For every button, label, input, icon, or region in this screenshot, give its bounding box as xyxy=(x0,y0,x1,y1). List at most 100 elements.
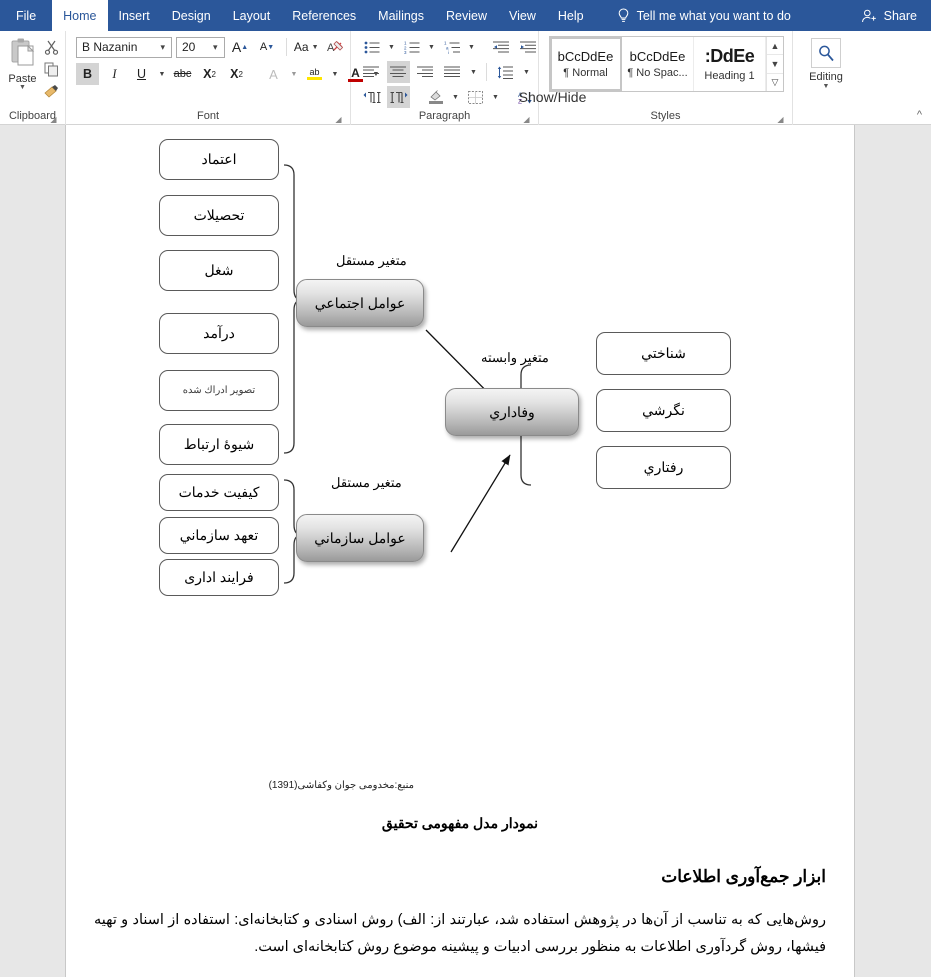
underline-dropdown-arrow[interactable]: ▼ xyxy=(157,63,167,85)
document-canvas[interactable]: اعتماد تحصیلات شغل درآمد تصویر ادراك شده… xyxy=(0,125,931,977)
align-center-button[interactable] xyxy=(387,61,410,83)
diagram-box-negareshi[interactable]: نگرشي xyxy=(596,389,731,432)
style-heading-1[interactable]: :DdEe Heading 1 xyxy=(694,37,766,91)
align-right-button[interactable] xyxy=(414,61,437,83)
ribbon-group-editing: Editing ▼ xyxy=(793,31,859,125)
collapse-ribbon-button[interactable]: ^ xyxy=(917,109,922,121)
font-size-combo[interactable]: 20 ▾ xyxy=(175,36,225,58)
ribbon-group-font: B Nazanin ▾ 20 ▾ A ▲ A ▼ Aa ▼ A B I U ▼ … xyxy=(66,31,379,125)
paste-button[interactable]: Paste ▼ xyxy=(4,36,41,91)
shading-button[interactable] xyxy=(424,86,447,108)
style-no-spacing[interactable]: bCcDdEe ¶ No Spac... xyxy=(622,37,694,91)
diagram-box-tasvir-edrak-shode[interactable]: تصویر ادراك شده xyxy=(159,370,279,411)
ltr-text-direction-button[interactable] xyxy=(360,86,383,108)
editing-dropdown-arrow[interactable]: ▼ xyxy=(823,83,830,90)
tab-review[interactable]: Review xyxy=(435,0,498,31)
cut-button[interactable] xyxy=(41,38,61,57)
numbering-dropdown-arrow[interactable]: ▼ xyxy=(427,36,436,58)
diagram-box-tahod-sazmani[interactable]: تعهد سازماني xyxy=(159,517,279,554)
text-effects-button[interactable]: A xyxy=(262,63,285,85)
bold-button[interactable]: B xyxy=(76,63,99,85)
diagram-box-shenakhti[interactable]: شناختي xyxy=(596,332,731,375)
underline-button[interactable]: U xyxy=(130,63,153,85)
font-name-combo[interactable]: B Nazanin ▾ xyxy=(76,36,172,58)
tell-me-search[interactable]: Tell me what you want to do xyxy=(595,0,801,31)
bullets-dropdown-arrow[interactable]: ▼ xyxy=(387,36,396,58)
diagram-box-daramad[interactable]: درآمد xyxy=(159,313,279,354)
bullets-button[interactable] xyxy=(360,36,383,58)
diagram-node-social-factors[interactable]: عوامل اجتماعي xyxy=(296,279,424,327)
rtl-text-direction-button[interactable] xyxy=(387,86,410,108)
tab-home[interactable]: Home xyxy=(52,0,108,31)
styles-scroll-down-button[interactable]: ▼ xyxy=(767,55,783,74)
justify-dropdown-arrow[interactable]: ▼ xyxy=(468,61,479,83)
section-heading: ابزار جمع‌آوری اطلاعات xyxy=(661,867,826,886)
tab-help[interactable]: Help xyxy=(547,0,595,31)
line-spacing-dropdown-arrow[interactable]: ▼ xyxy=(521,61,532,83)
person-share-icon xyxy=(861,8,878,24)
diagram-box-keyfiat-khadamat[interactable]: كیفیت خدمات xyxy=(159,474,279,511)
highlight-dropdown-arrow[interactable]: ▼ xyxy=(330,63,340,85)
diagram-box-etemad[interactable]: اعتماد xyxy=(159,139,279,180)
diagram-box-farayand-edari[interactable]: فرایند اداری xyxy=(159,559,279,596)
superscript-button[interactable]: X2 xyxy=(225,63,248,85)
diagram-node-organizational-factors[interactable]: عوامل سازماني xyxy=(296,514,424,562)
svg-text:3: 3 xyxy=(404,49,407,53)
copy-button[interactable] xyxy=(41,60,61,79)
increase-indent-button[interactable] xyxy=(517,36,540,58)
align-left-button[interactable] xyxy=(360,61,383,83)
borders-button[interactable] xyxy=(464,86,487,108)
multilevel-dropdown-arrow[interactable]: ▼ xyxy=(467,36,476,58)
multilevel-list-button[interactable]: 1ai xyxy=(440,36,463,58)
diagram-box-raftari[interactable]: رفتاري xyxy=(596,446,731,489)
tab-layout[interactable]: Layout xyxy=(222,0,282,31)
line-spacing-button[interactable] xyxy=(494,61,517,83)
tab-file[interactable]: File xyxy=(0,0,52,31)
tab-view[interactable]: View xyxy=(498,0,547,31)
styles-scroll-up-button[interactable]: ▲ xyxy=(767,37,783,56)
tab-insert[interactable]: Insert xyxy=(108,0,161,31)
borders-dropdown-arrow[interactable]: ▼ xyxy=(491,86,500,108)
font-dialog-launcher[interactable]: ◢ xyxy=(334,115,343,124)
decrease-indent-button[interactable] xyxy=(490,36,513,58)
font-name-value: B Nazanin xyxy=(82,40,138,54)
tab-design[interactable]: Design xyxy=(161,0,222,31)
editing-button[interactable]: Editing ▼ xyxy=(797,36,855,90)
paragraph-group-title: Paragraph ◢ xyxy=(418,110,531,124)
styles-dialog-launcher[interactable]: ◢ xyxy=(776,115,785,124)
divider xyxy=(285,38,287,56)
justify-button[interactable] xyxy=(441,61,464,83)
strikethrough-button[interactable]: abc xyxy=(171,63,194,85)
paste-dropdown-arrow[interactable]: ▼ xyxy=(19,84,26,91)
ribbon-group-paragraph: ▼ 123 ▼ 1ai ▼ ▼ ▼ ▼ ▼ A Z Show/Hide Para… xyxy=(351,31,586,125)
styles-more-button[interactable]: ▽ xyxy=(767,74,783,91)
diagram-node-loyalty[interactable]: وفاداري xyxy=(445,388,579,436)
style-name: ¶ No Spac... xyxy=(627,67,688,79)
tab-references[interactable]: References xyxy=(281,0,367,31)
figure-source-line: منبع:مخدومی جوان وكفاشی(1391) xyxy=(268,780,414,791)
clipboard-dialog-launcher[interactable]: ◢ xyxy=(49,115,58,124)
share-button[interactable]: Share xyxy=(861,0,917,31)
diagram-box-shive-ertebat[interactable]: شیوهٔ ارتباط xyxy=(159,424,279,465)
paste-icon xyxy=(9,37,37,72)
shrink-font-button[interactable]: A ▼ xyxy=(256,36,279,58)
change-case-button[interactable]: Aa ▼ xyxy=(293,36,319,58)
numbering-button[interactable]: 123 xyxy=(400,36,423,58)
style-normal[interactable]: bCcDdEe ¶ Normal xyxy=(550,37,622,91)
label-independent-variable-top: متغیر مستقل xyxy=(336,253,407,268)
shading-dropdown-arrow[interactable]: ▼ xyxy=(451,86,460,108)
diagram-box-tahsilat[interactable]: تحصیلات xyxy=(159,195,279,236)
text-highlight-button[interactable]: ab xyxy=(303,63,326,85)
editing-group-title xyxy=(797,108,855,125)
format-painter-button[interactable] xyxy=(41,82,61,101)
italic-button[interactable]: I xyxy=(103,63,126,85)
text-effects-dropdown-arrow[interactable]: ▼ xyxy=(289,63,299,85)
clear-formatting-button[interactable]: A xyxy=(323,36,346,58)
tab-mailings[interactable]: Mailings xyxy=(367,0,435,31)
subscript-button[interactable]: X2 xyxy=(198,63,221,85)
ribbon-tab-bar: File Home Insert Design Layout Reference… xyxy=(0,0,931,31)
ribbon: Paste ▼ Clipboard ◢ B Nazanin ▾ 20 ▾ A ▲… xyxy=(0,31,931,125)
grow-font-button[interactable]: A ▲ xyxy=(229,36,252,58)
paragraph-dialog-launcher[interactable]: ◢ xyxy=(522,115,531,124)
diagram-box-shoghl[interactable]: شغل xyxy=(159,250,279,291)
